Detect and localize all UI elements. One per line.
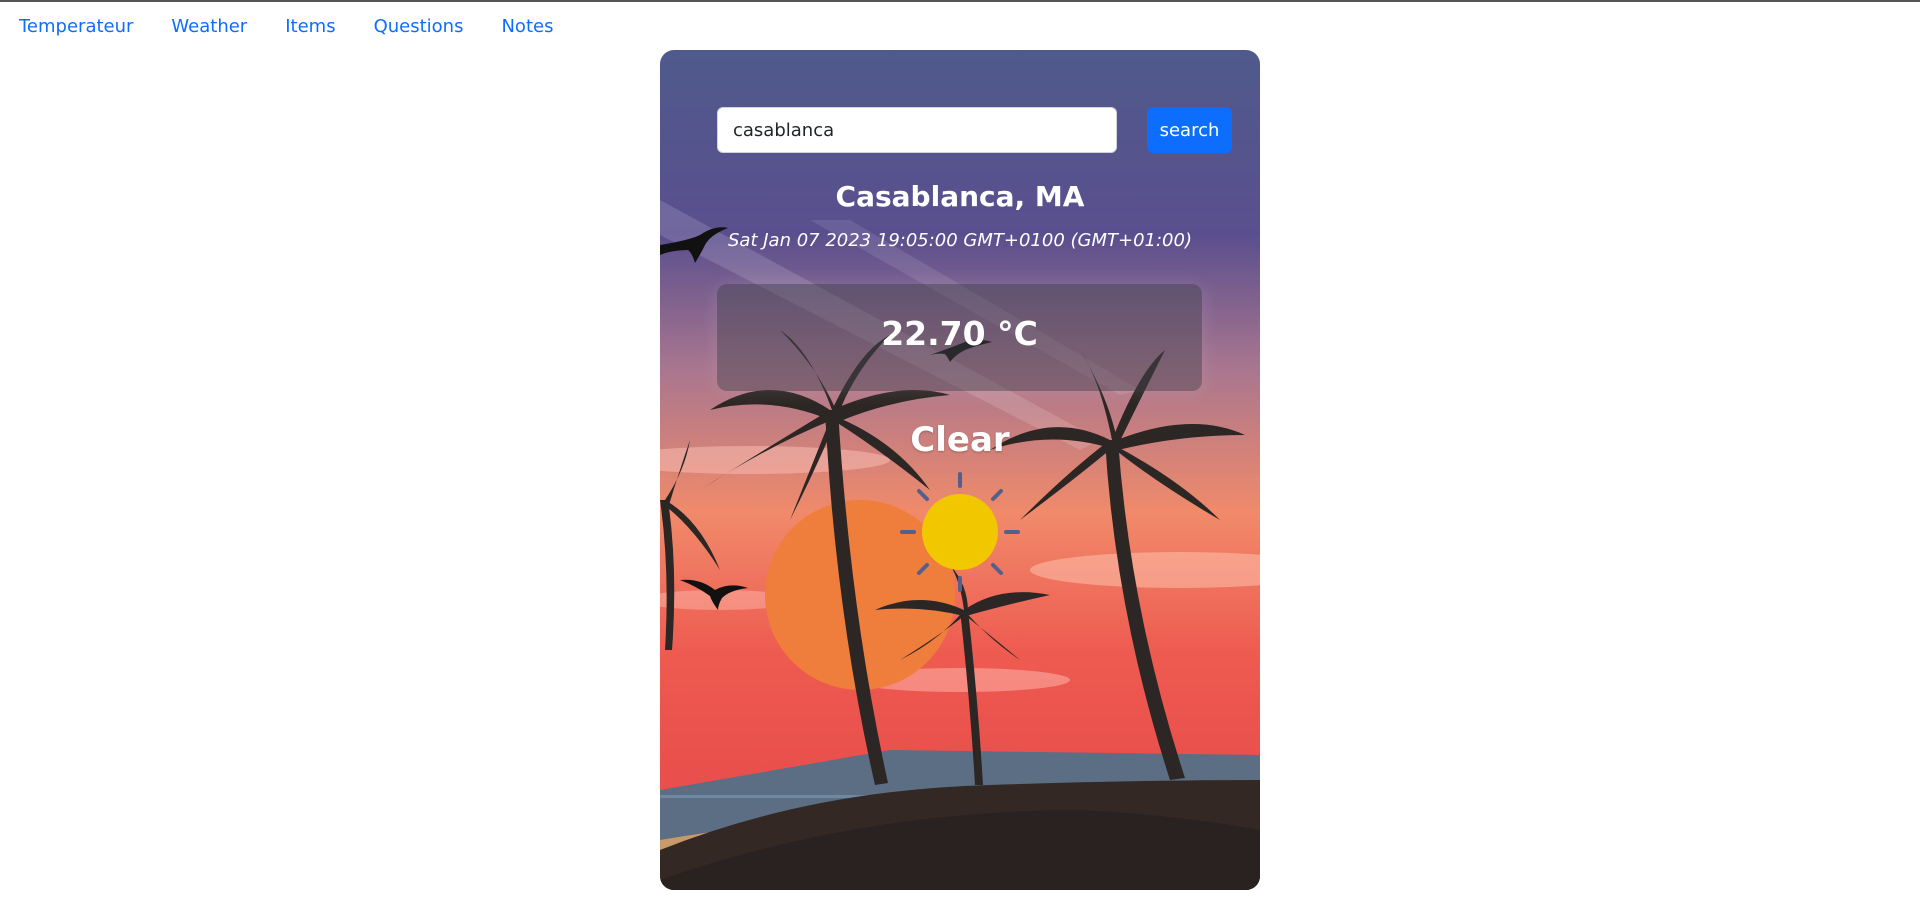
top-nav: Temperateur Weather Items Questions Note… [0, 14, 572, 40]
nav-link-weather[interactable]: Weather [152, 14, 266, 40]
nav-link-notes[interactable]: Notes [482, 14, 572, 40]
temperature-panel: 22.70 °C [717, 284, 1202, 391]
date-time: Sat Jan 07 2023 19:05:00 GMT+0100 (GMT+0… [728, 230, 1192, 251]
city-search-input[interactable] [717, 107, 1117, 153]
nav-link-temperateur[interactable]: Temperateur [0, 14, 152, 40]
sun-icon [900, 472, 1020, 592]
city-name: Casablanca, MA [835, 180, 1085, 213]
nav-link-questions[interactable]: Questions [355, 14, 483, 40]
search-row: search [717, 107, 1232, 153]
temperature-value: 22.70 °C [881, 314, 1038, 353]
top-border [0, 0, 1920, 2]
nav-link-items[interactable]: Items [266, 14, 354, 40]
weather-condition: Clear [910, 420, 1010, 460]
search-button[interactable]: search [1147, 107, 1232, 153]
weather-card: search Casablanca, MA Sat Jan 07 2023 19… [660, 50, 1260, 890]
